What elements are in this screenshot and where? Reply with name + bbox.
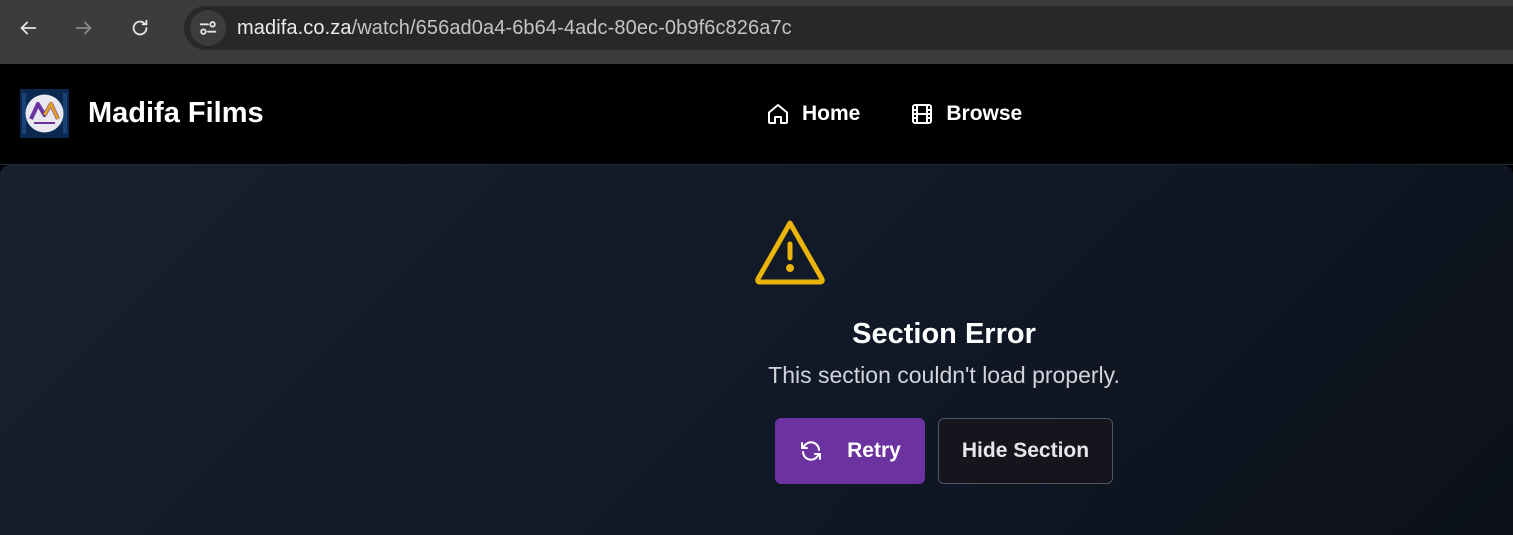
nav-home-label: Home (802, 102, 861, 125)
site-info-button[interactable] (190, 10, 226, 46)
url-host: madifa.co.za (237, 17, 352, 39)
film-icon (912, 104, 933, 124)
forward-icon (75, 21, 92, 35)
address-bar[interactable]: madifa.co.za/watch/656ad0a4-6b64-4adc-80… (184, 6, 1513, 50)
reload-button[interactable] (124, 12, 156, 44)
nav-home[interactable]: Home (766, 102, 860, 126)
nav-browse-label: Browse (946, 102, 1023, 125)
retry-button[interactable]: Retry (775, 418, 925, 484)
error-title: Section Error (852, 318, 1036, 350)
reload-icon (132, 19, 148, 36)
home-icon (768, 104, 788, 124)
brand-name[interactable]: Madifa Films (88, 97, 264, 130)
nav-browse[interactable]: Browse (910, 102, 1022, 126)
url-path: /watch/656ad0a4-6b64-4adc-80ec-0b9f6c826… (351, 17, 792, 39)
refresh-icon (801, 441, 822, 461)
browser-toolbar: madifa.co.za/watch/656ad0a4-6b64-4adc-80… (0, 0, 1513, 64)
back-button[interactable] (12, 12, 44, 44)
error-message: This section couldn't load properly. (768, 362, 1120, 388)
retry-label: Retry (847, 439, 901, 462)
logo[interactable] (20, 89, 69, 138)
back-icon (20, 21, 37, 35)
site-info-icon (199, 21, 217, 35)
site-header: Madifa Films Home Browse (0, 64, 1513, 165)
main-nav: Home Browse (766, 102, 1022, 126)
forward-button[interactable] (68, 12, 100, 44)
warning-triangle-icon (755, 220, 825, 285)
url-text: madifa.co.za/watch/656ad0a4-6b64-4adc-80… (237, 17, 792, 40)
error-section: Section Error This section couldn't load… (0, 165, 1513, 535)
hide-section-button[interactable]: Hide Section (938, 418, 1113, 484)
